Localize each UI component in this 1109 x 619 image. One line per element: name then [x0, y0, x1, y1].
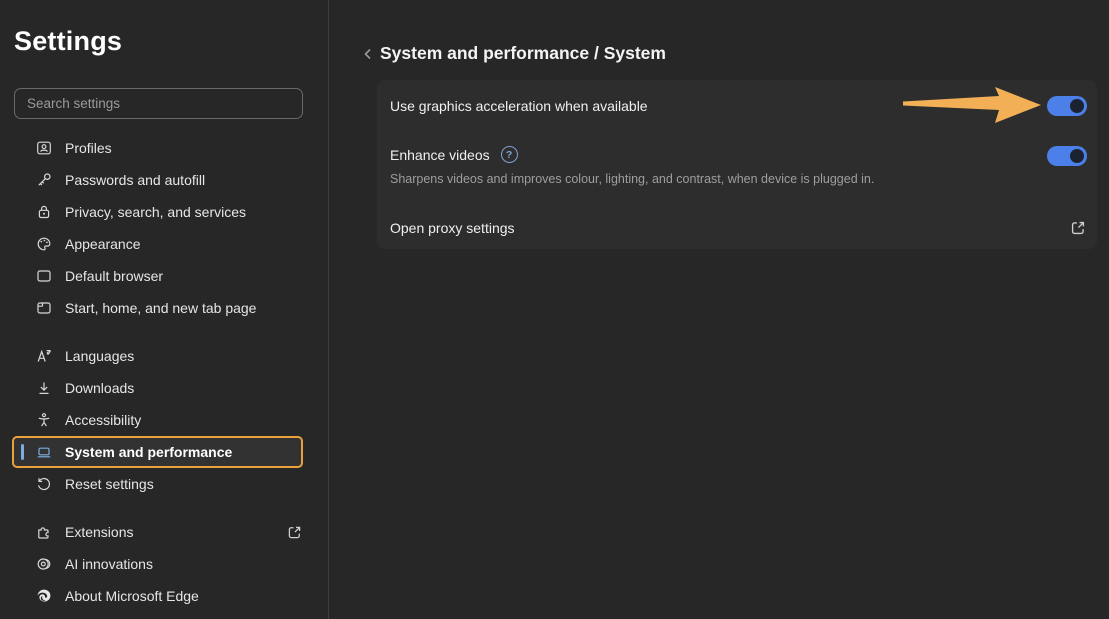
setting-row-enhance-videos: Enhance videos ? Sharpens videos and imp… [390, 132, 1087, 206]
help-icon[interactable]: ? [501, 146, 518, 163]
puzzle-icon [36, 524, 52, 540]
search-input[interactable] [14, 88, 303, 119]
graphics-acceleration-toggle[interactable] [1047, 96, 1087, 116]
palette-icon [36, 236, 52, 252]
reset-icon [36, 476, 52, 492]
sidebar-item-label: Start, home, and new tab page [65, 300, 256, 316]
sidebar-item-label: Languages [65, 348, 134, 364]
browser-window-icon [36, 268, 52, 284]
lock-icon [36, 204, 52, 220]
sidebar-item-label: AI innovations [65, 556, 153, 572]
sidebar-item-start-home-newtab[interactable]: Start, home, and new tab page [12, 292, 303, 324]
sidebar-item-system-and-performance[interactable]: System and performance [12, 436, 303, 468]
profile-card-icon [36, 140, 52, 156]
edge-settings-page: Settings Profiles Passw [0, 0, 1109, 619]
sidebar-item-ai-innovations[interactable]: AI innovations [12, 548, 303, 580]
setting-label: Use graphics acceleration when available [390, 98, 648, 114]
sidebar-item-reset-settings[interactable]: Reset settings [12, 468, 303, 500]
monitor-icon [36, 444, 52, 460]
sidebar-item-label: About Microsoft Edge [65, 588, 199, 604]
copilot-icon [36, 556, 52, 572]
toggle-knob [1070, 149, 1084, 163]
sidebar-item-label: Appearance [65, 236, 141, 252]
sidebar-item-label: Privacy, search, and services [65, 204, 246, 220]
settings-sidebar: Settings Profiles Passw [0, 0, 329, 619]
setting-label: Open proxy settings [390, 220, 515, 236]
sidebar-item-label: Downloads [65, 380, 134, 396]
settings-card: Use graphics acceleration when available… [377, 80, 1097, 249]
sidebar-item-default-browser[interactable]: Default browser [12, 260, 303, 292]
accessibility-icon [36, 412, 52, 428]
sidebar-item-label: Reset settings [65, 476, 154, 492]
tab-page-icon [36, 300, 52, 316]
sidebar-item-downloads[interactable]: Downloads [12, 372, 303, 404]
sidebar-item-passwords[interactable]: Passwords and autofill [12, 164, 303, 196]
chevron-left-icon [360, 46, 376, 62]
settings-main-panel: System and performance / System Use grap… [330, 0, 1109, 619]
key-icon [36, 172, 52, 188]
sidebar-item-languages[interactable]: Languages [12, 340, 303, 372]
sidebar-item-label: Passwords and autofill [65, 172, 205, 188]
download-icon [36, 380, 52, 396]
setting-label: Enhance videos [390, 147, 490, 163]
sidebar-nav: Profiles Passwords and autofill [0, 132, 328, 612]
sidebar-item-label: System and performance [65, 444, 232, 460]
setting-row-graphics-acceleration: Use graphics acceleration when available [390, 80, 1087, 132]
sidebar-item-label: Accessibility [65, 412, 141, 428]
sidebar-item-privacy[interactable]: Privacy, search, and services [12, 196, 303, 228]
external-link-icon [1069, 219, 1087, 237]
breadcrumb: System and performance / System [380, 43, 666, 64]
setting-row-open-proxy[interactable]: Open proxy settings [390, 206, 1087, 249]
enhance-videos-toggle[interactable] [1047, 146, 1087, 166]
sidebar-item-label: Extensions [65, 524, 133, 540]
external-link-icon [286, 524, 303, 541]
sidebar-item-appearance[interactable]: Appearance [12, 228, 303, 260]
toggle-knob [1070, 99, 1084, 113]
sidebar-item-label: Profiles [65, 140, 112, 156]
back-button[interactable] [358, 44, 378, 64]
page-title: Settings [14, 26, 122, 57]
sidebar-item-label: Default browser [65, 268, 163, 284]
setting-description: Sharpens videos and improves colour, lig… [390, 172, 874, 186]
translate-icon [36, 348, 52, 364]
sidebar-item-extensions[interactable]: Extensions [12, 516, 303, 548]
sidebar-item-profiles[interactable]: Profiles [12, 132, 303, 164]
edge-logo-icon [36, 588, 52, 604]
sidebar-item-about-edge[interactable]: About Microsoft Edge [12, 580, 303, 612]
sidebar-item-accessibility[interactable]: Accessibility [12, 404, 303, 436]
